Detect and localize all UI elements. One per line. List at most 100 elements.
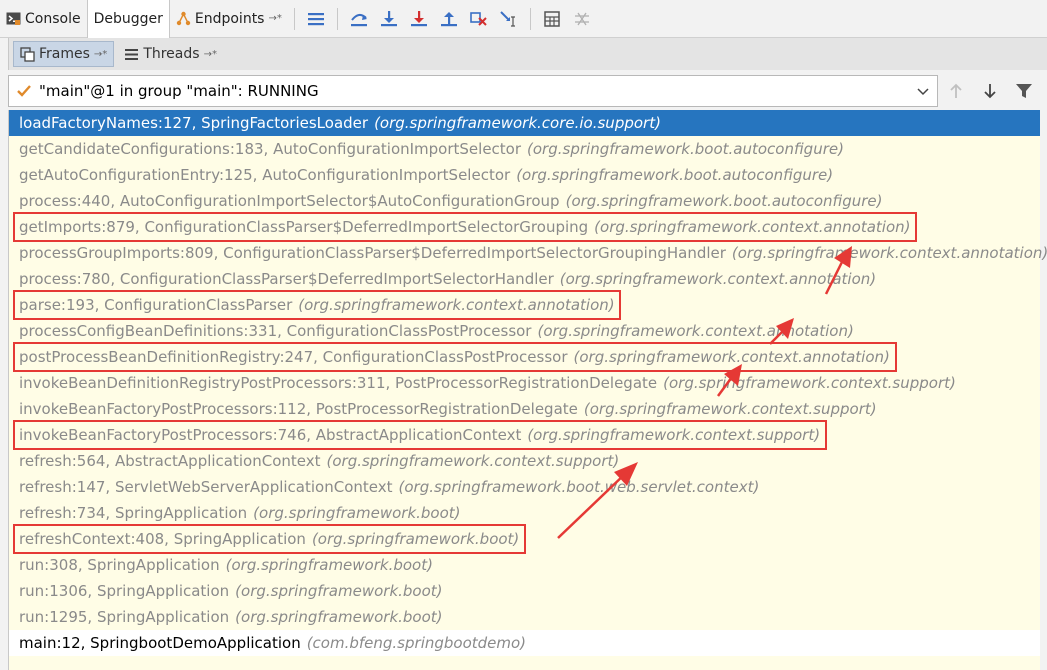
- step-over-icon[interactable]: [344, 0, 374, 38]
- tab-console-label: Console: [25, 10, 81, 27]
- frame-row[interactable]: run:308, SpringApplication (org.springfra…: [9, 552, 1040, 578]
- frame-package: (org.springframework.boot.web.servlet.co…: [398, 478, 760, 496]
- chevron-down-icon: [915, 83, 931, 99]
- frame-method: parse:193, ConfigurationClassParser: [19, 296, 293, 314]
- frame-package: (org.springframework.context.annotation): [731, 244, 1047, 262]
- evaluate-icon[interactable]: [537, 0, 567, 38]
- frame-method: refresh:147, ServletWebServerApplication…: [19, 478, 393, 496]
- step-into-icon[interactable]: [374, 0, 404, 38]
- frame-package: (org.springframework.context.annotation): [594, 218, 911, 236]
- frame-method: main:12, SpringbootDemoApplication: [19, 634, 301, 652]
- frame-row[interactable]: getAutoConfigurationEntry:125, AutoConfi…: [9, 162, 1040, 188]
- tab-frames-label: Frames: [39, 46, 90, 62]
- tab-console[interactable]: Console: [0, 0, 87, 38]
- frame-row[interactable]: loadFactoryNames:127, SpringFactoriesLoa…: [9, 110, 1040, 136]
- pin-icon[interactable]: →*: [94, 49, 107, 60]
- step-out-icon[interactable]: [434, 0, 464, 38]
- force-step-into-icon[interactable]: [404, 0, 434, 38]
- menu-icon[interactable]: [301, 0, 331, 38]
- tab-frames[interactable]: Frames →*: [13, 41, 115, 67]
- frame-method: run:308, SpringApplication: [19, 556, 220, 574]
- frame-row[interactable]: refreshContext:408, SpringApplication (or…: [9, 526, 1040, 552]
- frame-row[interactable]: processGroupImports:809, ConfigurationCl…: [9, 240, 1047, 266]
- frame-row[interactable]: getCandidateConfigurations:183, AutoConf…: [9, 136, 1040, 162]
- frames-threads-tabbar: Frames →* Threads →*: [8, 38, 1047, 70]
- threads-icon: [124, 47, 139, 62]
- frame-package: (org.springframework.boot): [235, 582, 443, 600]
- tab-debugger[interactable]: Debugger: [86, 0, 170, 38]
- frame-method: refresh:564, AbstractApplicationContext: [19, 452, 321, 470]
- frame-row[interactable]: processConfigBeanDefinitions:331, Config…: [9, 318, 1040, 344]
- frame-row[interactable]: run:1295, SpringApplication (org.springfr…: [9, 604, 1040, 630]
- frame-method: postProcessBeanDefinitionRegistry:247, C…: [19, 348, 568, 366]
- frame-package: (org.springframework.boot): [253, 504, 461, 522]
- frame-method: process:440, AutoConfigurationImportSele…: [19, 192, 560, 210]
- endpoints-icon: [176, 11, 191, 26]
- frame-row[interactable]: process:440, AutoConfigurationImportSele…: [9, 188, 1040, 214]
- frame-package: (org.springframework.boot): [311, 530, 520, 548]
- pin-icon[interactable]: →*: [204, 49, 217, 60]
- console-icon: [6, 11, 21, 26]
- pin-icon[interactable]: →*: [268, 13, 281, 24]
- frame-package: (org.springframework.core.io.support): [374, 114, 661, 132]
- drop-frame-icon[interactable]: [464, 0, 494, 38]
- frame-row[interactable]: invokeBeanFactoryPostProcessors:112, Pos…: [9, 396, 1040, 422]
- frame-row[interactable]: postProcessBeanDefinitionRegistry:247, C…: [9, 344, 1040, 370]
- frame-method: invokeBeanFactoryPostProcessors:112, Pos…: [19, 400, 578, 418]
- filter-icon[interactable]: [1008, 75, 1040, 107]
- frame-method: refreshContext:408, SpringApplication: [19, 530, 306, 548]
- check-icon: [15, 82, 33, 100]
- tab-threads[interactable]: Threads →*: [118, 41, 223, 67]
- thread-dropdown[interactable]: "main"@1 in group "main": RUNNING: [8, 75, 938, 107]
- trace-icon[interactable]: [567, 0, 597, 38]
- frame-package: (org.springframework.context.support): [326, 452, 620, 470]
- run-to-cursor-icon[interactable]: [494, 0, 524, 38]
- frame-package: (org.springframework.context.support): [527, 426, 821, 444]
- toolbar-separator: [529, 7, 531, 30]
- thread-selector-bar: "main"@1 in group "main": RUNNING: [8, 72, 1047, 110]
- frame-row[interactable]: refresh:147, ServletWebServerApplication…: [9, 474, 1040, 500]
- frame-method: getImports:879, ConfigurationClassParser…: [19, 218, 589, 236]
- frame-method: getAutoConfigurationEntry:125, AutoConfi…: [19, 166, 511, 184]
- frames-icon: [20, 46, 35, 62]
- frame-row[interactable]: getImports:879, ConfigurationClassParser…: [9, 214, 1040, 240]
- arrow-down-icon[interactable]: [974, 75, 1006, 107]
- frame-method: invokeBeanDefinitionRegistryPostProcesso…: [19, 374, 658, 392]
- frame-method: processConfigBeanDefinitions:331, Config…: [19, 322, 532, 340]
- tab-debugger-label: Debugger: [93, 10, 163, 27]
- frame-row[interactable]: main:12, SpringbootDemoApplication (com.b…: [9, 630, 1040, 656]
- frame-row[interactable]: refresh:564, AbstractApplicationContext (…: [9, 448, 1040, 474]
- frame-package: (org.springframework.boot): [235, 608, 443, 626]
- frame-row[interactable]: process:780, ConfigurationClassParser$De…: [9, 266, 1040, 292]
- frames-list: loadFactoryNames:127, SpringFactoriesLoa…: [8, 110, 1047, 670]
- frame-package: (org.springframework.boot.autoconfigure): [516, 166, 834, 184]
- frame-package: (org.springframework.context.support): [663, 374, 956, 392]
- arrow-up-icon[interactable]: [940, 75, 972, 107]
- toolbar-separator: [336, 7, 338, 30]
- frame-method: process:780, ConfigurationClassParser$De…: [19, 270, 554, 288]
- frame-package: (org.springframework.boot.autoconfigure): [527, 140, 844, 158]
- frame-row[interactable]: invokeBeanDefinitionRegistryPostProcesso…: [9, 370, 1040, 396]
- frame-row[interactable]: invokeBeanFactoryPostProcessors:746, Abs…: [9, 422, 1040, 448]
- frame-row[interactable]: refresh:734, SpringApplication (org.sprin…: [9, 500, 1040, 526]
- tab-endpoints[interactable]: Endpoints →*: [170, 0, 288, 38]
- frame-package: (com.bfeng.springbootdemo): [306, 634, 527, 652]
- thread-label: "main"@1 in group "main": RUNNING: [39, 82, 319, 100]
- frame-package: (org.springframework.context.support): [583, 400, 877, 418]
- frame-row[interactable]: run:1306, SpringApplication (org.springfr…: [9, 578, 1040, 604]
- frame-method: processGroupImports:809, ConfigurationCl…: [19, 244, 726, 262]
- frame-package: (org.springframework.context.annotation): [573, 348, 890, 366]
- frame-method: refresh:734, SpringApplication: [19, 504, 248, 522]
- frame-package: (org.springframework.context.annotation): [298, 296, 615, 314]
- frame-row[interactable]: parse:193, ConfigurationClassParser (org.…: [9, 292, 1040, 318]
- frame-method: run:1295, SpringApplication: [19, 608, 230, 626]
- frame-method: run:1306, SpringApplication: [19, 582, 230, 600]
- frame-package: (org.springframework.boot): [225, 556, 433, 574]
- tab-threads-label: Threads: [143, 46, 200, 62]
- toolbar-separator: [293, 7, 295, 30]
- frame-method: invokeBeanFactoryPostProcessors:746, Abs…: [19, 426, 522, 444]
- tab-endpoints-label: Endpoints: [194, 10, 265, 27]
- frame-package: (org.springframework.boot.autoconfigure): [565, 192, 883, 210]
- frame-method: getCandidateConfigurations:183, AutoConf…: [19, 140, 522, 158]
- debug-toolbar: Console Debugger Endpoints →*: [0, 0, 1047, 38]
